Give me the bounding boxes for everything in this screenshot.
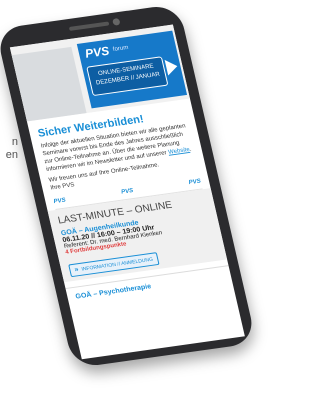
phone-screen: PVS forum ONLINE-SEMINARE DEZEMBER // JA… xyxy=(9,24,245,360)
phone-body: PVS forum ONLINE-SEMINARE DEZEMBER // JA… xyxy=(0,3,257,369)
play-icon[interactable] xyxy=(164,58,180,76)
pvs-logo: PVS xyxy=(83,43,111,61)
hero-photo xyxy=(11,46,87,122)
website-link[interactable]: Website xyxy=(168,147,191,156)
button-label: INFORMATION // ANMELDUNG xyxy=(80,256,154,273)
pvs-logo: PVS xyxy=(53,197,67,206)
info-signup-button[interactable]: » INFORMATION // ANMELDUNG xyxy=(68,252,160,278)
speaker-slot xyxy=(68,21,110,31)
hero-panel: PVS forum ONLINE-SEMINARE DEZEMBER // JA… xyxy=(76,30,188,109)
pvs-logo: PVS xyxy=(188,178,202,187)
camera-icon xyxy=(112,17,121,26)
seminar-badge: ONLINE-SEMINARE DEZEMBER // JANUAR xyxy=(86,56,169,97)
text-fragment: n xyxy=(11,136,18,148)
double-chevron-icon: » xyxy=(73,266,80,274)
text-fragment: en xyxy=(5,149,18,161)
forum-label: forum xyxy=(112,44,130,53)
pvs-logo: PVS xyxy=(120,188,134,196)
